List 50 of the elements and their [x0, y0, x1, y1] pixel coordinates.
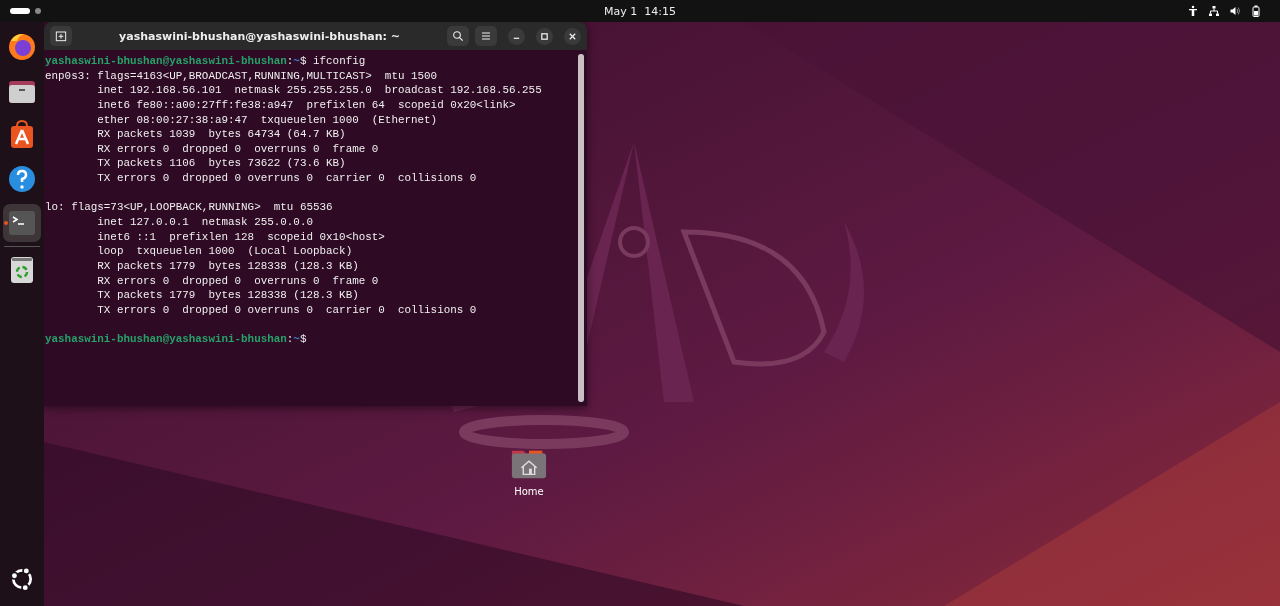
output-line: TX packets 1106 bytes 73622 (73.6 KB) [96, 157, 346, 170]
battery-icon[interactable] [1250, 5, 1262, 17]
ubuntu-logo-icon [9, 566, 35, 592]
new-tab-icon [55, 30, 67, 42]
output-line: inet6 ::1 prefixlen 128 scopeid 0x10<host> [96, 230, 385, 243]
output-line: RX errors 0 dropped 0 overruns 0 frame 0 [96, 274, 379, 287]
output-line: RX packets 1039 bytes 64734 (64.7 KB) [96, 128, 346, 141]
dock-item[interactable] [3, 204, 41, 242]
scrollbar[interactable] [578, 54, 584, 402]
close-button[interactable] [564, 27, 581, 45]
prompt-path: ~ [293, 55, 300, 67]
output-line: enp0s3: flags=4163<UP,BROADCAST,RUNNING,MULTICAST> mtu 1500 [45, 69, 438, 82]
menu-icon [480, 30, 492, 42]
prompt-symbol: $ [299, 55, 307, 67]
output-line: ether 08:00:27:38:a9:47 txqueuelen 1000 (Ethernet) [96, 113, 438, 126]
minimize-button[interactable] [508, 27, 525, 45]
close-icon [568, 31, 577, 41]
menu-button[interactable] [475, 26, 497, 46]
search-icon [452, 30, 464, 42]
output-line: TX errors 0 dropped 0 overruns 0 carrier 0 collisions 0 [96, 303, 477, 316]
volume-icon[interactable] [1229, 5, 1241, 17]
maximize-icon [540, 31, 549, 41]
output-line: TX packets 1779 bytes 128338 (128.3 KB) [96, 289, 359, 302]
output-line: inet 192.168.56.101 netmask 255.255.255.0 broadcast 192.168.56.255 [96, 84, 542, 97]
terminal-icon [7, 208, 37, 238]
output-line: RX errors 0 dropped 0 overruns 0 frame 0 [96, 142, 379, 155]
help-icon [7, 164, 37, 194]
output-line: RX packets 1779 bytes 128338 (128.3 KB) [96, 259, 359, 272]
prompt-user-host: yashaswini-bhushan@yashaswini-bhushan [45, 333, 287, 346]
prompt-path: ~ [293, 333, 300, 346]
output-line: TX errors 0 dropped 0 overruns 0 carrier 0 collisions 0 [96, 172, 477, 185]
new-tab-button[interactable] [50, 26, 72, 46]
workspace-indicator[interactable] [10, 8, 30, 14]
search-button[interactable] [447, 26, 469, 46]
output-line: loop txqueuelen 1000 (Local Loopback) [96, 245, 353, 258]
output-line: lo: flags=73<UP,LOOPBACK,RUNNING> mtu 65536 [45, 201, 333, 214]
prompt-symbol: $ [299, 333, 307, 346]
maximize-button[interactable] [536, 27, 553, 45]
output-line: inet 127.0.0.1 netmask 255.0.0.0 [96, 216, 313, 229]
accessibility-icon[interactable] [1187, 5, 1199, 17]
icon-label[interactable]: Home [514, 486, 544, 497]
network-icon[interactable] [1208, 5, 1220, 17]
prompt-user-host: yashaswini-bhushan@yashaswini-bhushan [45, 55, 287, 67]
command-text: ifconfig [312, 55, 366, 67]
clock[interactable]: May 1 14:15 [604, 4, 676, 18]
window-title: yashaswini-bhushan@yashaswini-bhushan: ~ [118, 29, 401, 43]
fox-globe-icon [7, 32, 37, 62]
output-line: inet6 fe80::a00:27ff:fe38:a947 prefixlen 64 scopeid 0x20<link> [96, 98, 516, 111]
prompt-separator: : [286, 333, 294, 346]
prompt-separator: : [286, 55, 294, 67]
